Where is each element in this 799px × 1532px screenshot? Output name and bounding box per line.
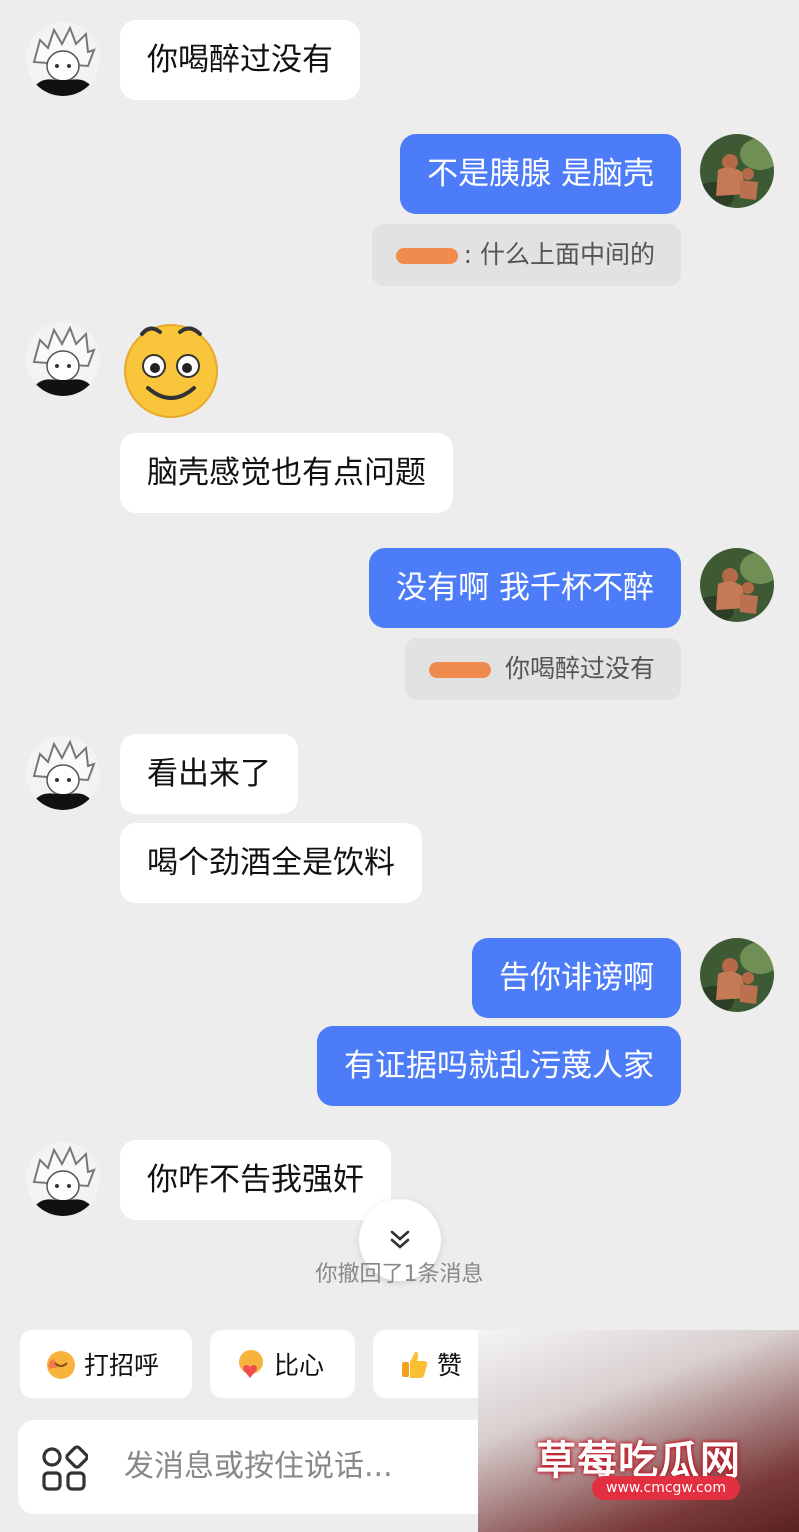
incoming-message[interactable]: 喝个劲酒全是饮料 bbox=[120, 823, 422, 903]
contact-avatar[interactable] bbox=[26, 1142, 100, 1216]
quoted-text: 你喝醉过没有 bbox=[497, 654, 655, 683]
outgoing-message[interactable]: 没有啊 我千杯不醉 bbox=[369, 548, 681, 628]
apps-menu-icon[interactable] bbox=[40, 1445, 88, 1493]
smiley-emoji-icon[interactable] bbox=[120, 322, 222, 418]
incoming-message[interactable]: 脑壳感觉也有点问题 bbox=[120, 433, 453, 513]
chip-label: 赞 bbox=[437, 1351, 463, 1380]
outgoing-message[interactable]: 告你诽谤啊 bbox=[472, 938, 681, 1018]
double-chevron-down-icon bbox=[390, 1230, 410, 1249]
outgoing-message[interactable]: 有证据吗就乱污蔑人家 bbox=[317, 1026, 681, 1106]
my-avatar[interactable] bbox=[700, 548, 774, 622]
incoming-message[interactable]: 你咋不告我强奸 bbox=[120, 1140, 391, 1220]
incoming-message[interactable]: 看出来了 bbox=[120, 734, 298, 814]
chip-label: 打招呼 bbox=[84, 1351, 160, 1380]
contact-avatar[interactable] bbox=[26, 736, 100, 810]
chat-thread: 你喝醉过没有 不是胰腺 是脑壳 : 什么上面中间的 脑壳感觉也有点问题 没有啊 … bbox=[0, 0, 799, 1320]
quoted-text: : 什么上面中间的 bbox=[463, 240, 655, 269]
quoted-reply[interactable]: 你喝醉过没有 bbox=[405, 638, 681, 700]
watermark-url: www.cmcgw.com bbox=[592, 1476, 740, 1500]
wave-hand-icon bbox=[47, 1351, 75, 1379]
finger-heart-icon bbox=[239, 1350, 263, 1378]
contact-avatar[interactable] bbox=[26, 22, 100, 96]
quick-like-button[interactable]: 赞 bbox=[373, 1330, 493, 1398]
quoted-reply[interactable]: : 什么上面中间的 bbox=[371, 224, 681, 286]
censor-blot bbox=[429, 662, 492, 678]
my-avatar[interactable] bbox=[700, 134, 774, 208]
quick-heart-button[interactable]: 比心 bbox=[210, 1330, 355, 1398]
message-input-placeholder[interactable]: 发消息或按住说话... bbox=[124, 1420, 393, 1514]
outgoing-message[interactable]: 不是胰腺 是脑壳 bbox=[400, 134, 681, 214]
chip-label: 比心 bbox=[274, 1351, 325, 1380]
my-avatar[interactable] bbox=[700, 938, 774, 1012]
revoke-notice: 你撤回了1条消息 bbox=[315, 1262, 484, 1287]
quick-greet-button[interactable]: 打招呼 bbox=[20, 1330, 192, 1398]
contact-avatar[interactable] bbox=[26, 322, 100, 396]
thumbs-up-icon bbox=[402, 1351, 428, 1378]
incoming-message[interactable]: 你喝醉过没有 bbox=[120, 20, 360, 100]
site-watermark: 草莓吃瓜网 www.cmcgw.com bbox=[478, 1330, 799, 1532]
censor-blot bbox=[395, 248, 458, 264]
